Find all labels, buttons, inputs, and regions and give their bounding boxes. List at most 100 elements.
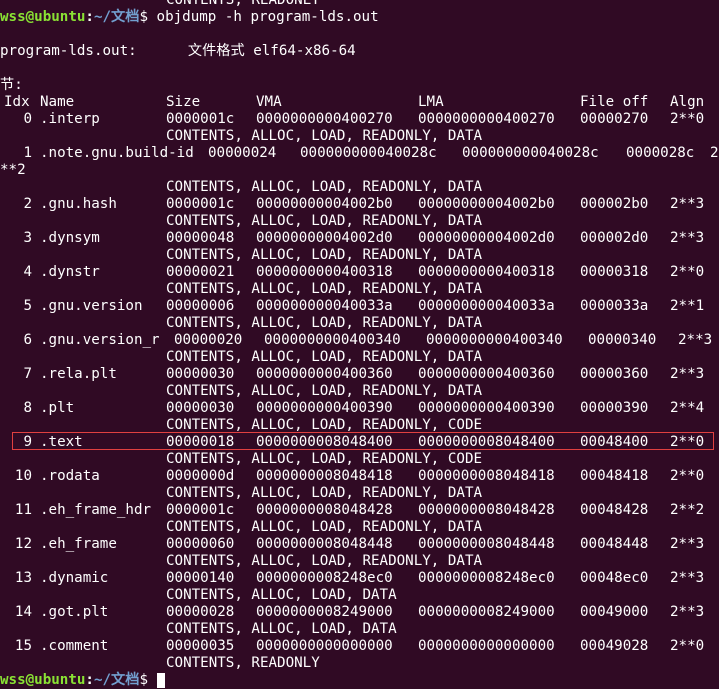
section-file-off: 00048400 <box>580 434 649 450</box>
section-vma: 000000000040033a <box>256 298 393 314</box>
section-algn: 2**4 <box>670 400 705 416</box>
section-file-off: 00048ec0 <box>580 570 649 586</box>
section-file-off: 00000390 <box>580 400 649 416</box>
section-size: 00000060 <box>166 536 235 552</box>
section-file-off: 00000318 <box>580 264 649 280</box>
section-file-off: 000002b0 <box>580 196 649 212</box>
section-file-off: 00048448 <box>580 536 649 552</box>
section-idx: 3 <box>23 230 32 246</box>
section-idx: 11 <box>14 502 32 518</box>
table-row: 3 .dynsym 00000048 00000000004002d0 00000000… <box>0 230 719 247</box>
section-lma: 0000000000400270 <box>418 111 555 127</box>
section-vma: 0000000000400318 <box>256 264 393 280</box>
section-name: .interp <box>40 111 100 127</box>
prompt-dollar: $ <box>139 9 148 25</box>
section-vma: 0000000000400390 <box>256 400 393 416</box>
section-name: .eh_frame_hdr <box>40 502 152 518</box>
section-lma: 0000000008248ec0 <box>418 570 555 586</box>
header-name: Name <box>40 94 75 110</box>
section-lma: 0000000008249000 <box>418 604 555 620</box>
table-row: 14 .got.plt 00000028 0000000008249000 000000… <box>0 604 719 621</box>
section-file-off: 00049028 <box>580 638 649 654</box>
file-format-line: program-lds.out: 文件格式 elf64-x86-64 <box>0 43 356 59</box>
table-row: 12 .eh_frame 00000060 0000000008048448 00000… <box>0 536 719 553</box>
section-algn: 2**3 <box>670 230 705 246</box>
table-row: 2 .gnu.hash 0000001c 00000000004002b0 000000… <box>0 196 719 213</box>
section-size: 00000030 <box>166 400 235 416</box>
table-row: 15 .comment 00000035 0000000000000000 000000… <box>0 638 719 655</box>
section-file-off: 00048418 <box>580 468 649 484</box>
table-header: Idx Name Size VMA LMA File off Algn <box>0 94 719 111</box>
section-idx: 10 <box>14 468 32 484</box>
section-algn: 2**3 <box>670 366 705 382</box>
section-size: 00000140 <box>166 570 235 586</box>
header-size: Size <box>166 94 201 110</box>
prompt-path: ~/文档 <box>93 9 140 25</box>
section-flags: CONTENTS, ALLOC, LOAD, DATA <box>166 621 397 637</box>
sections-label: 节: <box>0 77 23 93</box>
section-algn: 2**0 <box>670 264 705 280</box>
section-name: .gnu.version_r <box>40 332 160 348</box>
section-flags: CONTENTS, ALLOC, LOAD, READONLY, CODE <box>166 417 483 433</box>
terminal-window[interactable]: CONTENTS, READONLY wss@ubuntu:~/文档$ objd… <box>0 0 719 688</box>
section-lma: 0000000008048448 <box>418 536 555 552</box>
section-vma: 0000000008048448 <box>256 536 393 552</box>
section-flags: CONTENTS, ALLOC, LOAD, READONLY, DATA <box>166 213 483 229</box>
prompt-dollar: $ <box>139 672 148 688</box>
section-name: .rodata <box>40 468 100 484</box>
section-size: 00000035 <box>166 638 235 654</box>
section-file-off: 00049000 <box>580 604 649 620</box>
section-flags: CONTENTS, ALLOC, LOAD, READONLY, DATA <box>166 383 483 399</box>
section-algn-wrap: **2 <box>0 162 26 178</box>
section-idx: 1 <box>23 145 32 161</box>
section-lma: 00000000004002b0 <box>418 196 555 212</box>
table-row: 5 .gnu.version 00000006 000000000040033a 000… <box>0 298 719 315</box>
section-file-off: 00000360 <box>580 366 649 382</box>
section-flags: CONTENTS, ALLOC, LOAD, READONLY, DATA <box>166 281 483 297</box>
section-lma: 00000000004002d0 <box>418 230 555 246</box>
section-algn: 2**2 <box>670 502 705 518</box>
table-row: 10 .rodata 0000000d 0000000008048418 0000000… <box>0 468 719 485</box>
section-vma: 0000000000400360 <box>256 366 393 382</box>
section-name: .gnu.hash <box>40 196 117 212</box>
section-vma: 0000000008048400 <box>256 434 393 450</box>
section-algn: 2**0 <box>670 468 705 484</box>
section-vma: 00000000004002b0 <box>256 196 393 212</box>
section-lma: 000000000040028c <box>462 145 599 161</box>
section-vma: 0000000000400340 <box>264 332 401 348</box>
section-file-off: 0000033a <box>580 298 649 314</box>
table-row: 6 .gnu.version_r 00000020 0000000000400340 0… <box>0 332 719 349</box>
section-name: .dynamic <box>40 570 109 586</box>
section-algn: 2**0 <box>670 111 705 127</box>
section-vma: 0000000008048428 <box>256 502 393 518</box>
section-name: .note.gnu.build-id <box>40 145 194 161</box>
section-vma: 0000000008249000 <box>256 604 393 620</box>
section-vma: 0000000000000000 <box>256 638 393 654</box>
section-idx: 7 <box>23 366 32 382</box>
table-row: 13 .dynamic 00000140 0000000008248ec0 000000… <box>0 570 719 587</box>
section-lma: 0000000000400340 <box>426 332 563 348</box>
section-idx: 4 <box>23 264 32 280</box>
section-lma: 0000000000400360 <box>418 366 555 382</box>
section-idx: 5 <box>23 298 32 314</box>
table-row: 9 .text 00000018 0000000008048400 0000000008… <box>0 434 719 451</box>
section-size: 00000020 <box>174 332 243 348</box>
section-table: 0 .interp 0000001c 0000000000400270 00000000… <box>0 111 719 672</box>
section-flags: CONTENTS, ALLOC, LOAD, DATA <box>166 587 397 603</box>
section-lma: 0000000000400390 <box>418 400 555 416</box>
section-algn: 2**3 <box>670 570 705 586</box>
section-size: 00000006 <box>166 298 235 314</box>
prompt-user: wss@ubuntu <box>0 672 86 688</box>
section-algn: 2**1 <box>670 298 705 314</box>
section-size: 00000030 <box>166 366 235 382</box>
section-name: .eh_frame <box>40 536 117 552</box>
section-idx: 0 <box>23 111 32 127</box>
prompt-colon: : <box>85 672 94 688</box>
section-lma: 000000000040033a <box>418 298 555 314</box>
section-flags: CONTENTS, ALLOC, LOAD, READONLY, DATA <box>166 349 483 365</box>
section-size: 00000021 <box>166 264 235 280</box>
section-algn: 2**3 <box>678 332 713 348</box>
section-file-off: 00000340 <box>588 332 657 348</box>
table-row: 7 .rela.plt 00000030 0000000000400360 000000… <box>0 366 719 383</box>
